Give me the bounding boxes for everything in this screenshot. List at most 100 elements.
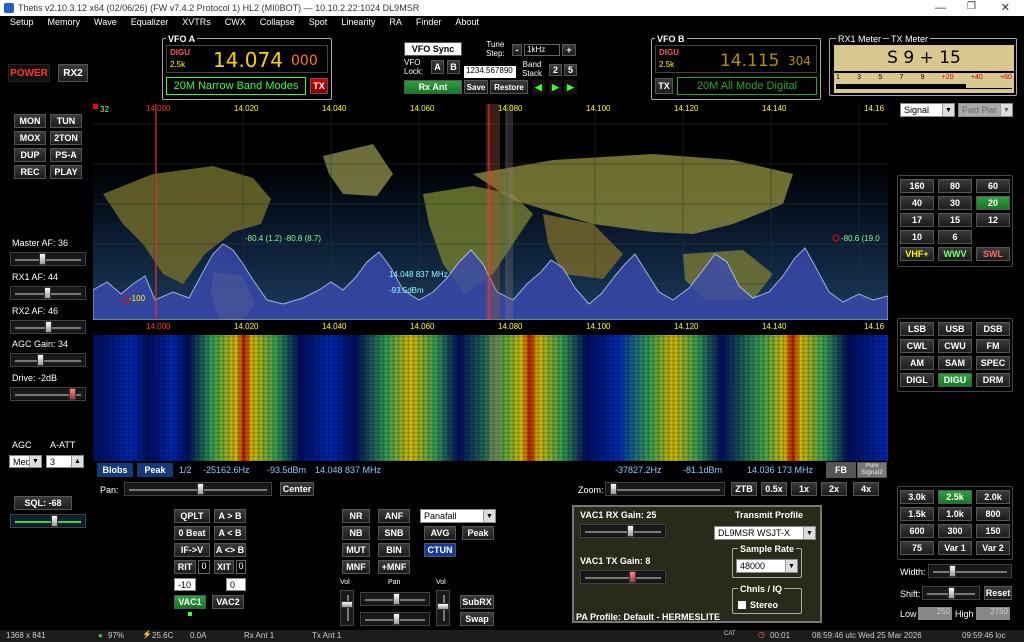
band-stack-5[interactable]: 5	[564, 64, 577, 76]
vac2-button[interactable]: VAC2	[212, 595, 244, 609]
filter-2k0[interactable]: 2.0k	[976, 490, 1010, 504]
zoom-05x-button[interactable]: 0.5x	[761, 482, 787, 496]
band-next2-icon[interactable]: ▶	[564, 80, 577, 94]
sample-rate-select[interactable]: 48000 ▼	[736, 559, 798, 573]
filter-75[interactable]: 75	[900, 541, 934, 555]
mode-dsb[interactable]: DSB	[976, 322, 1010, 336]
band-60[interactable]: 60	[976, 179, 1010, 193]
psa-button[interactable]: PS-A	[50, 148, 82, 162]
width-slider[interactable]	[928, 564, 1012, 578]
mnf-button[interactable]: MNF	[342, 560, 370, 574]
subrx-button[interactable]: SubRX	[460, 595, 494, 609]
bin-button[interactable]: BIN	[378, 543, 410, 557]
band-wwv[interactable]: WWV	[938, 247, 972, 261]
zoom-2x-button[interactable]: 2x	[821, 482, 847, 496]
ctun-button[interactable]: CTUN	[424, 543, 456, 557]
sql-button[interactable]: SQL: -68	[14, 496, 72, 510]
menu-spot[interactable]: Spot	[309, 17, 328, 33]
agc-gain-slider[interactable]	[10, 353, 86, 367]
rx2-af-slider[interactable]	[10, 320, 86, 334]
att-select[interactable]: 3 ▲	[46, 455, 84, 468]
restore-icon[interactable]: ❐	[967, 1, 976, 12]
tune-step-down[interactable]: -	[512, 44, 522, 56]
menu-setup[interactable]: Setup	[10, 17, 34, 33]
stereo-checkbox[interactable]	[738, 601, 746, 609]
fb-button[interactable]: FB	[826, 462, 856, 478]
mode-sam[interactable]: SAM	[938, 356, 972, 370]
mode-lsb[interactable]: LSB	[900, 322, 934, 336]
vfo-sync-button[interactable]: VFO Sync	[404, 42, 462, 56]
pan-sub-slider-2[interactable]	[360, 612, 430, 626]
vfo-lock-b[interactable]: B	[447, 60, 460, 74]
swap-button[interactable]: Swap	[460, 612, 494, 626]
tune-step-up[interactable]: +	[562, 44, 576, 56]
save-button[interactable]: Save	[464, 80, 488, 94]
center-button[interactable]: Center	[280, 482, 314, 496]
menu-finder[interactable]: Finder	[416, 17, 442, 33]
band-20[interactable]: 20	[976, 196, 1010, 210]
nr-button[interactable]: NR	[342, 509, 370, 523]
filter-var1[interactable]: Var 1	[938, 541, 972, 555]
mode-fm[interactable]: FM	[976, 339, 1010, 353]
filter-var2[interactable]: Var 2	[976, 541, 1010, 555]
filter-1k5[interactable]: 1.5k	[900, 507, 934, 521]
menu-memory[interactable]: Memory	[48, 17, 81, 33]
shift-slider[interactable]	[922, 586, 980, 600]
filter-300[interactable]: 300	[938, 524, 972, 538]
band-6[interactable]: 6	[938, 230, 972, 244]
xit-button[interactable]: XIT	[214, 560, 234, 574]
band-stack-2[interactable]: 2	[549, 64, 562, 76]
band-17[interactable]: 17	[900, 213, 934, 227]
band-10[interactable]: 10	[900, 230, 934, 244]
mode-drm[interactable]: DRM	[976, 373, 1010, 387]
mode-usb[interactable]: USB	[938, 322, 972, 336]
menu-cwx[interactable]: CWX	[225, 17, 246, 33]
snb-button[interactable]: SNB	[378, 526, 410, 540]
rx2-button[interactable]: RX2	[58, 64, 88, 82]
nb-button[interactable]: NB	[342, 526, 370, 540]
spectrum-display[interactable]: 32 -100 -80.4 (1.2) -80.8 (8.7) -80.6 (1…	[93, 104, 888, 320]
meter-tx-select[interactable]: Fwd Pwr ▼	[958, 103, 1013, 117]
rec-button[interactable]: REC	[14, 165, 46, 179]
menu-collapse[interactable]: Collapse	[260, 17, 295, 33]
b-to-a-button[interactable]: A < B	[214, 526, 246, 540]
mon-button[interactable]: MON	[14, 114, 46, 128]
vfo-b-display[interactable]: DIGU 2.5k 14.115 304	[655, 45, 817, 73]
vfo-lock-value[interactable]: 1234.567890	[464, 66, 516, 78]
vfo-a-display[interactable]: DIGU 2.5k 14.074 000	[166, 45, 328, 73]
ztb-button[interactable]: ZTB	[731, 482, 757, 496]
rx1-af-slider[interactable]	[10, 286, 86, 300]
vfo-a-tx-button[interactable]: TX	[310, 78, 328, 94]
rit-button[interactable]: RIT	[174, 560, 196, 574]
vfo-lock-a[interactable]: A	[431, 60, 444, 74]
power-button[interactable]: POWER	[8, 64, 50, 82]
mox-button[interactable]: MOX	[14, 131, 46, 145]
tune-step-value[interactable]: 1kHz	[524, 44, 560, 56]
display-mode-select[interactable]: Panafall ▼	[420, 509, 496, 523]
menu-about[interactable]: About	[455, 17, 479, 33]
band-30[interactable]: 30	[938, 196, 972, 210]
drive-slider[interactable]	[10, 387, 86, 401]
band-12[interactable]: 12	[976, 213, 1010, 227]
zero-beat-button[interactable]: 0 Beat	[174, 526, 210, 540]
vfo-b-tx-button[interactable]: TX	[655, 78, 673, 94]
rit-step-2[interactable]: 0	[226, 578, 246, 591]
menu-linearity[interactable]: Linearity	[341, 17, 375, 33]
filter-3k0[interactable]: 3.0k	[900, 490, 934, 504]
band-40[interactable]: 40	[900, 196, 934, 210]
mut-button[interactable]: MUT	[342, 543, 370, 557]
a-swap-b-button[interactable]: A <> B	[214, 543, 246, 557]
zoom-slider[interactable]	[605, 482, 725, 496]
avg-button[interactable]: AVG	[424, 526, 456, 540]
band-vhf[interactable]: VHF+	[900, 247, 934, 261]
zoom-1x-button[interactable]: 1x	[791, 482, 817, 496]
filter-600[interactable]: 600	[900, 524, 934, 538]
waterfall-display[interactable]	[93, 335, 888, 461]
blobs-button[interactable]: Blobs	[97, 463, 133, 477]
mode-digu[interactable]: DIGU	[938, 373, 972, 387]
low-value[interactable]: 250	[918, 607, 952, 620]
filter-1k0[interactable]: 1.0k	[938, 507, 972, 521]
tun-button[interactable]: TUN	[50, 114, 82, 128]
peak-display-button[interactable]: Peak	[137, 463, 173, 477]
anf-button[interactable]: ANF	[378, 509, 410, 523]
